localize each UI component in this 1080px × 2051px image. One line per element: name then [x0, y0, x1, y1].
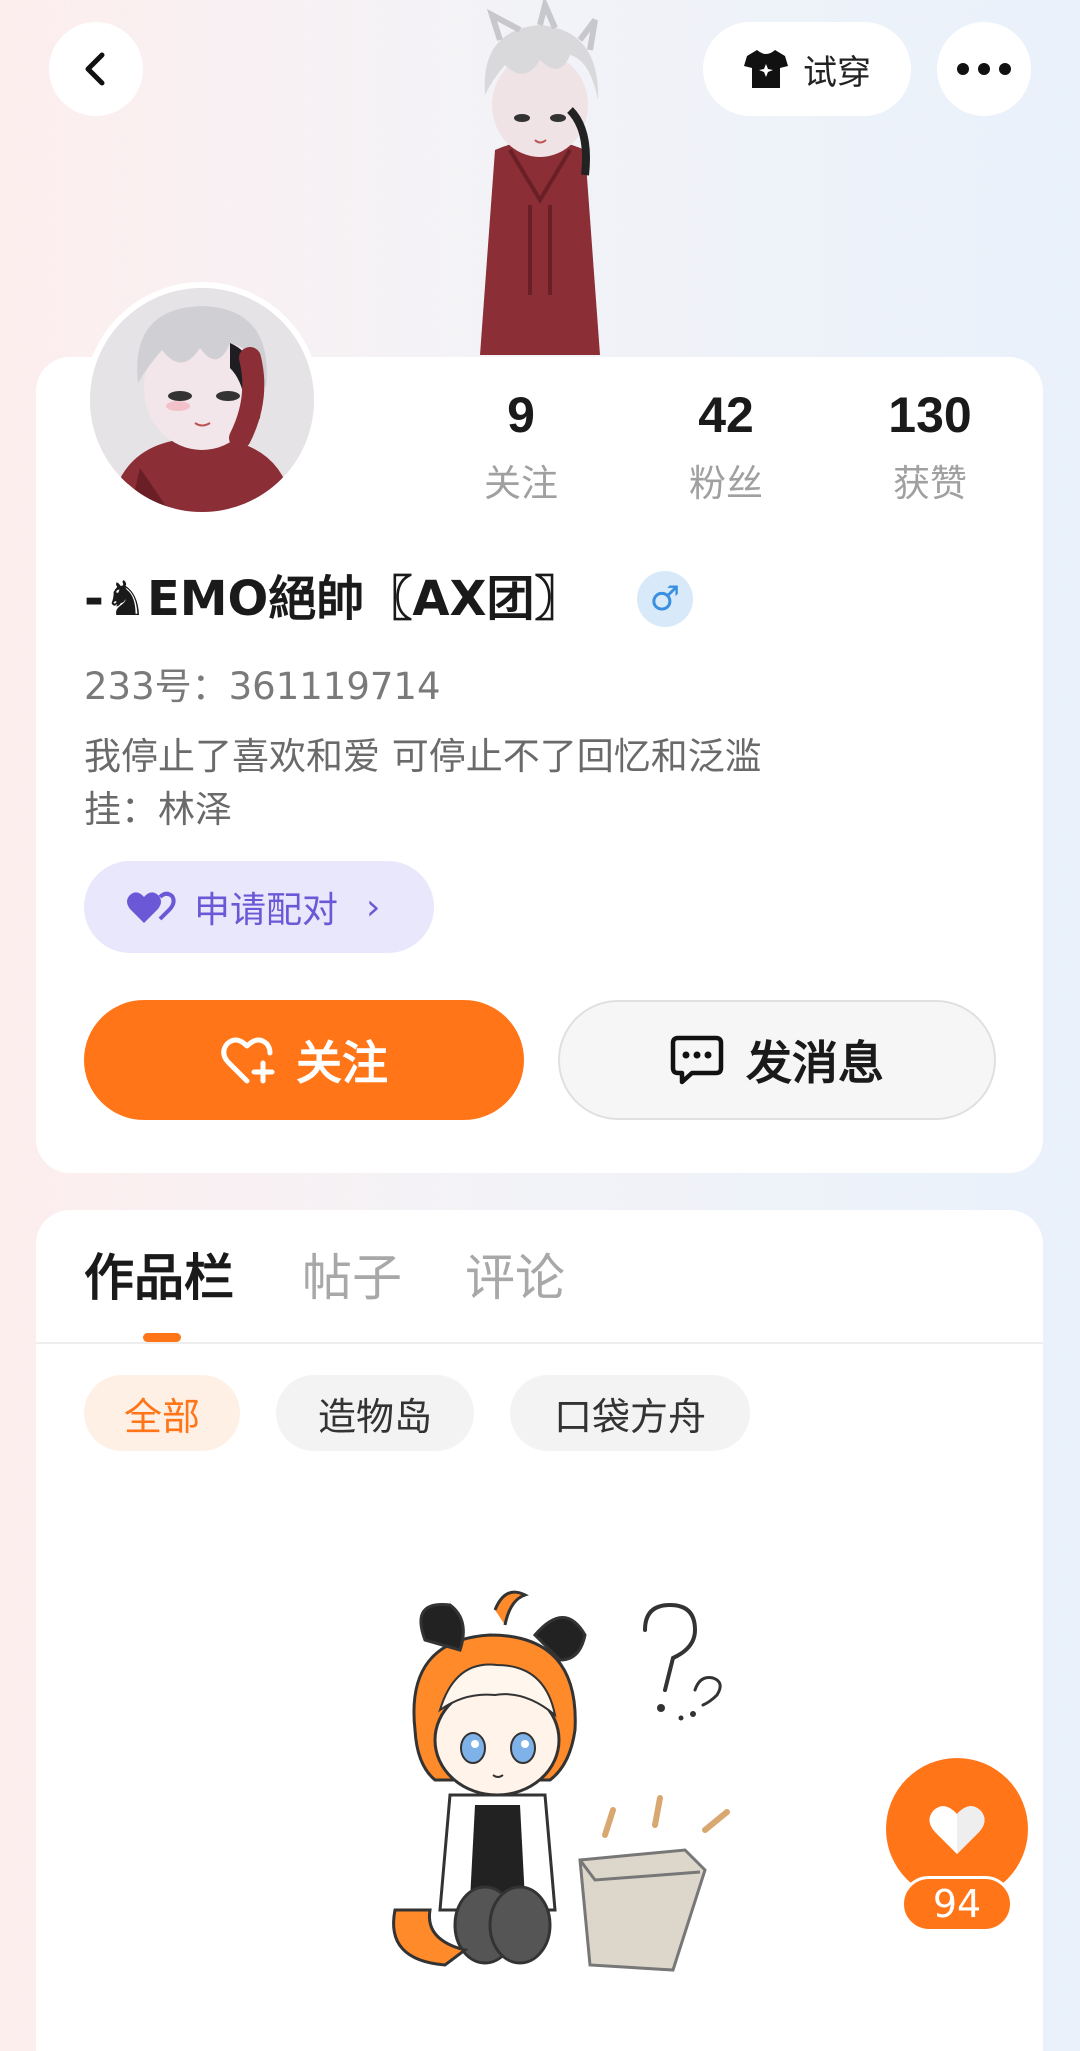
heart-plus-icon: [221, 1037, 275, 1084]
more-button[interactable]: [937, 22, 1031, 116]
stat-label: 获赞: [893, 462, 967, 505]
follow-button[interactable]: 关注: [84, 1000, 524, 1120]
tab-works[interactable]: 作品栏: [84, 1245, 234, 1311]
tab-comments[interactable]: 评论: [465, 1245, 565, 1311]
bio-line: 挂：林泽: [84, 788, 232, 831]
stat-value: 42: [698, 387, 754, 443]
filter-chip-creation-island[interactable]: 造物岛: [276, 1375, 474, 1451]
stat-followers[interactable]: 42 粉丝: [646, 385, 806, 507]
filter-chip-all[interactable]: 全部: [84, 1375, 240, 1451]
empty-state-illustration: [392, 1590, 730, 1972]
send-message-button[interactable]: 发消息: [558, 1000, 996, 1120]
filter-chip-pocket-ark[interactable]: 口袋方舟: [510, 1375, 750, 1451]
heart-icon: [929, 1806, 985, 1854]
heart-pair-icon: [127, 891, 176, 923]
shirt-icon: [744, 50, 788, 88]
stat-following[interactable]: 9 关注: [441, 385, 601, 507]
gender-male-icon: ♂: [637, 571, 693, 627]
stat-label: 粉丝: [689, 462, 763, 505]
chevron-right-icon: ›: [366, 886, 381, 928]
tab-indicator: [143, 1333, 181, 1342]
chat-bubble-icon: [670, 1035, 724, 1085]
stat-label: 关注: [484, 462, 558, 505]
like-count-badge: 94: [901, 1876, 1013, 1932]
apply-pair-label: 申请配对: [194, 890, 339, 931]
stat-value: 130: [888, 387, 972, 443]
send-message-label: 发消息: [746, 1036, 884, 1090]
avatar-image: [90, 288, 314, 512]
stat-value: 9: [507, 387, 535, 443]
bio: 我停止了喜欢和爱 可停止不了回忆和泛滥 挂：林泽: [84, 730, 762, 836]
try-on-label: 试穿: [803, 52, 871, 93]
avatar[interactable]: [84, 282, 320, 518]
back-arrow-icon: [85, 52, 105, 86]
tab-posts[interactable]: 帖子: [302, 1245, 402, 1311]
username: -♞EMO絕帥〖AX团〗: [84, 571, 583, 627]
apply-pair-button[interactable]: 申请配对 ›: [84, 861, 434, 953]
follow-label: 关注: [296, 1036, 388, 1090]
more-dots-icon: [957, 63, 1011, 75]
user-id: 233号：361119714: [84, 665, 441, 708]
stat-likes[interactable]: 130 获赞: [850, 385, 1010, 507]
bio-line: 我停止了喜欢和爱 可停止不了回忆和泛滥: [84, 735, 762, 778]
try-on-button[interactable]: 试穿: [703, 22, 911, 116]
tab-divider: [36, 1342, 1043, 1344]
avatar-3d-figure: [480, 0, 600, 355]
back-button[interactable]: [49, 22, 143, 116]
